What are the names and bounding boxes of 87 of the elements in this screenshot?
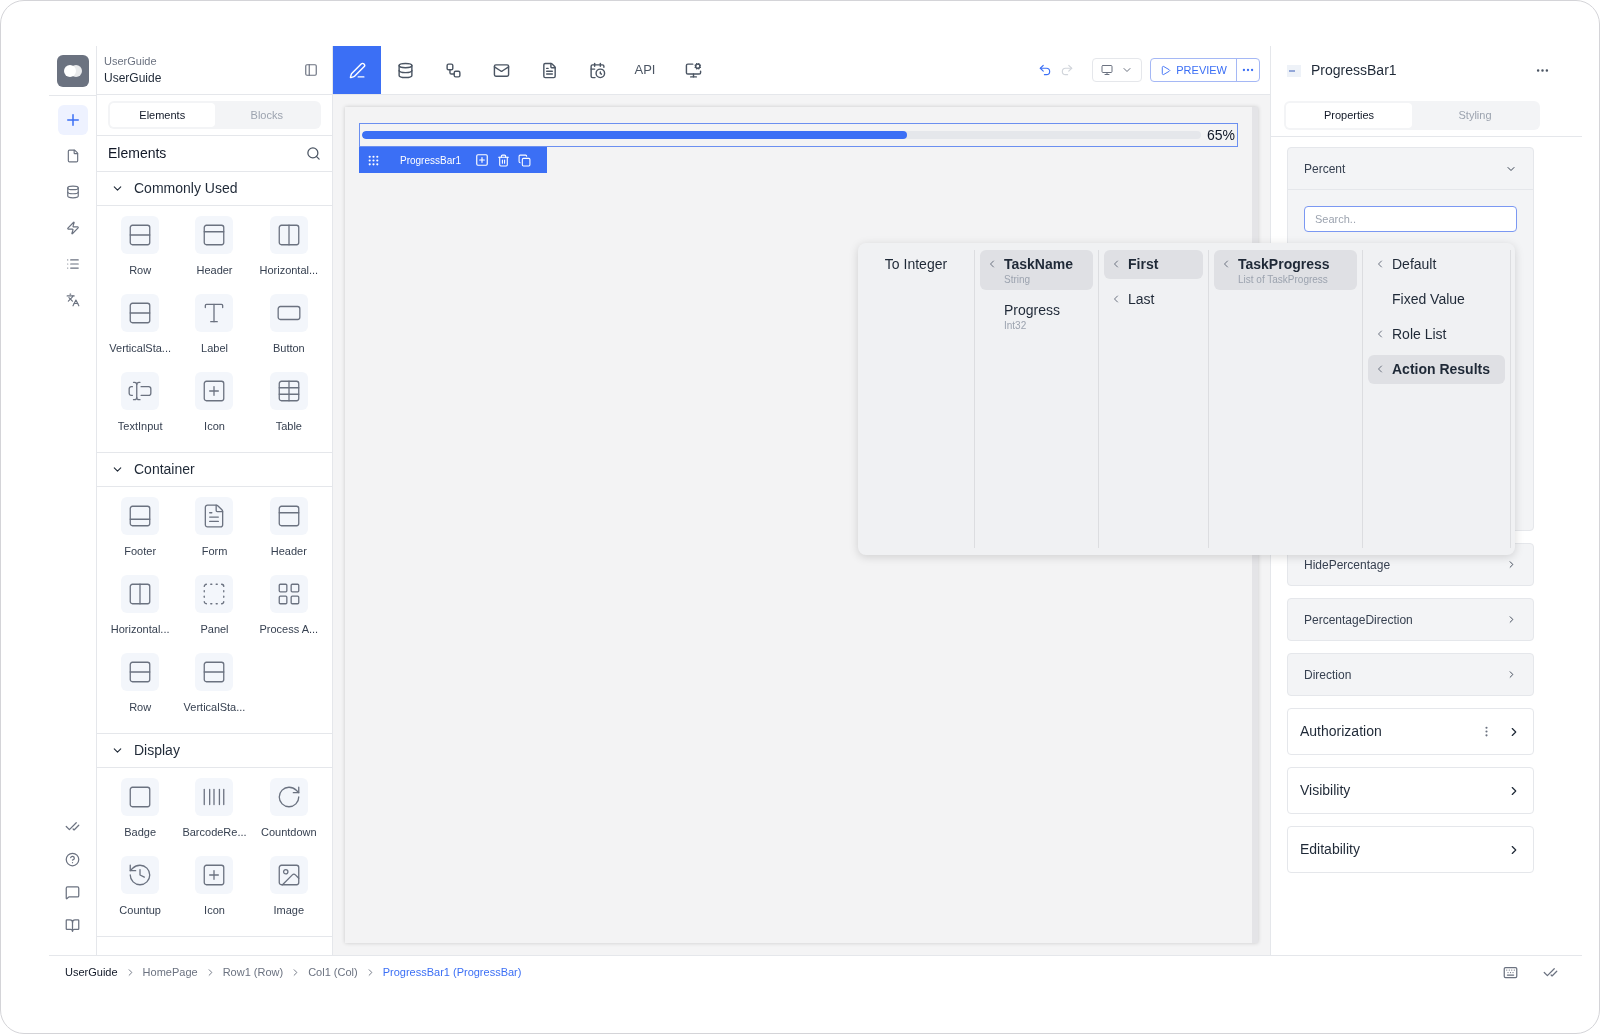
picker-option[interactable]: Role List xyxy=(1368,320,1505,349)
element-tile[interactable]: TextInput xyxy=(103,372,178,442)
toolbar-tab[interactable] xyxy=(333,46,381,94)
element-tile[interactable]: Image xyxy=(251,856,326,926)
element-tile[interactable]: Horizontal... xyxy=(103,575,178,645)
element-tile[interactable]: Countup xyxy=(103,856,178,926)
element-tile[interactable]: Horizontal... xyxy=(251,216,326,286)
help-icon[interactable] xyxy=(65,852,80,867)
chat-icon[interactable] xyxy=(65,885,80,900)
breadcrumb-link[interactable]: HomePage xyxy=(142,964,198,981)
breadcrumb-link[interactable]: Col1 (Col) xyxy=(308,964,358,981)
percent-header[interactable]: Percent xyxy=(1288,148,1533,190)
lightning-icon xyxy=(65,221,80,235)
toolbar-tab[interactable]: API xyxy=(621,46,669,94)
element-tile[interactable]: Button xyxy=(251,294,326,364)
monitor-icon xyxy=(684,61,702,79)
monitor-icon xyxy=(1101,64,1114,76)
database-icon xyxy=(396,61,414,79)
play-icon xyxy=(1160,64,1172,76)
element-tile[interactable]: Process A... xyxy=(251,575,326,645)
element-tile[interactable]: Form xyxy=(177,497,252,567)
section-header[interactable]: Commonly Used xyxy=(97,172,332,206)
picker-option[interactable]: TaskProgress List of TaskProgress xyxy=(1214,250,1357,290)
selection-label: ProgressBar1 xyxy=(400,153,462,168)
project-label: UserGuide xyxy=(104,53,158,69)
search-field[interactable]: Search.. xyxy=(1304,206,1517,232)
picker-option[interactable]: Progress Int32 xyxy=(980,296,1093,336)
page-icon xyxy=(65,149,80,163)
element-tile[interactable]: Header xyxy=(251,497,326,567)
app-logo xyxy=(56,54,89,87)
project-name: UserGuide xyxy=(104,70,162,88)
element-title: ProgressBar1 xyxy=(1311,61,1397,80)
breadcrumb-link[interactable]: Row1 (Row) xyxy=(222,964,284,981)
section-header[interactable]: Container xyxy=(97,453,332,487)
element-tile[interactable]: Footer xyxy=(103,497,178,567)
element-tile[interactable]: Row xyxy=(103,653,178,723)
element-tile[interactable]: Badge xyxy=(103,778,178,848)
element-tile[interactable]: Panel xyxy=(177,575,252,645)
document-icon xyxy=(540,61,558,79)
property-row[interactable]: Direction xyxy=(1287,653,1534,696)
book-icon[interactable] xyxy=(65,918,80,933)
undo-icon[interactable] xyxy=(1038,63,1053,77)
picker-option[interactable]: First xyxy=(1104,250,1203,279)
delete-icon[interactable] xyxy=(497,153,511,167)
copy-icon[interactable] xyxy=(518,153,532,167)
flow-icon xyxy=(444,61,462,79)
keyboard-icon[interactable] xyxy=(1503,965,1518,980)
rail-button[interactable] xyxy=(57,105,88,135)
mail-icon xyxy=(492,61,510,79)
pen-icon xyxy=(348,61,366,79)
panel-title: Elements xyxy=(108,144,167,163)
breadcrumb-link[interactable]: UserGuide xyxy=(65,964,118,981)
picker-option[interactable]: Last xyxy=(1104,285,1203,314)
element-tile[interactable]: VerticalSta... xyxy=(103,294,178,364)
section-header[interactable]: Display xyxy=(97,734,332,768)
picker-option[interactable]: Fixed Value xyxy=(1368,285,1505,314)
progress-bar[interactable]: 65% xyxy=(359,123,1238,147)
panel-tab[interactable]: Properties xyxy=(1286,103,1412,128)
drag-handle-icon[interactable] xyxy=(367,153,380,167)
picker-option[interactable]: To Integer xyxy=(863,250,969,279)
panel-tab[interactable]: Elements xyxy=(110,103,215,127)
progress-reading: 65% xyxy=(1206,125,1235,145)
progress-element-icon xyxy=(1287,64,1301,77)
element-tile[interactable]: VerticalSta... xyxy=(177,653,252,723)
element-tile[interactable]: Countdown xyxy=(251,778,326,848)
database-icon xyxy=(65,185,80,199)
property-row[interactable]: PercentageDirection xyxy=(1287,598,1534,641)
property-section[interactable]: Authorization xyxy=(1287,708,1534,755)
search-icon[interactable] xyxy=(306,146,321,161)
picker-option[interactable]: Action Results xyxy=(1368,355,1505,384)
element-tile[interactable]: Icon xyxy=(177,856,252,926)
property-section[interactable]: Editability xyxy=(1287,826,1534,873)
element-tile[interactable]: Icon xyxy=(177,372,252,442)
element-tile[interactable]: Row xyxy=(103,216,178,286)
list-icon xyxy=(65,257,80,271)
element-tile[interactable]: Table xyxy=(251,372,326,442)
breadcrumb-link[interactable]: ProgressBar1 (ProgressBar) xyxy=(382,964,522,981)
element-tile[interactable]: BarcodeRe... xyxy=(177,778,252,848)
picker-option[interactable]: TaskName String xyxy=(980,250,1093,290)
sidebar-toggle-icon[interactable] xyxy=(304,63,318,77)
element-tile[interactable]: Label xyxy=(177,294,252,364)
picker-option[interactable]: Default xyxy=(1368,250,1505,279)
add-icon[interactable] xyxy=(475,153,490,167)
element-tile[interactable]: Header xyxy=(177,216,252,286)
calendar-icon xyxy=(588,61,606,79)
translate-icon xyxy=(65,293,80,307)
property-section[interactable]: Visibility xyxy=(1287,767,1534,814)
